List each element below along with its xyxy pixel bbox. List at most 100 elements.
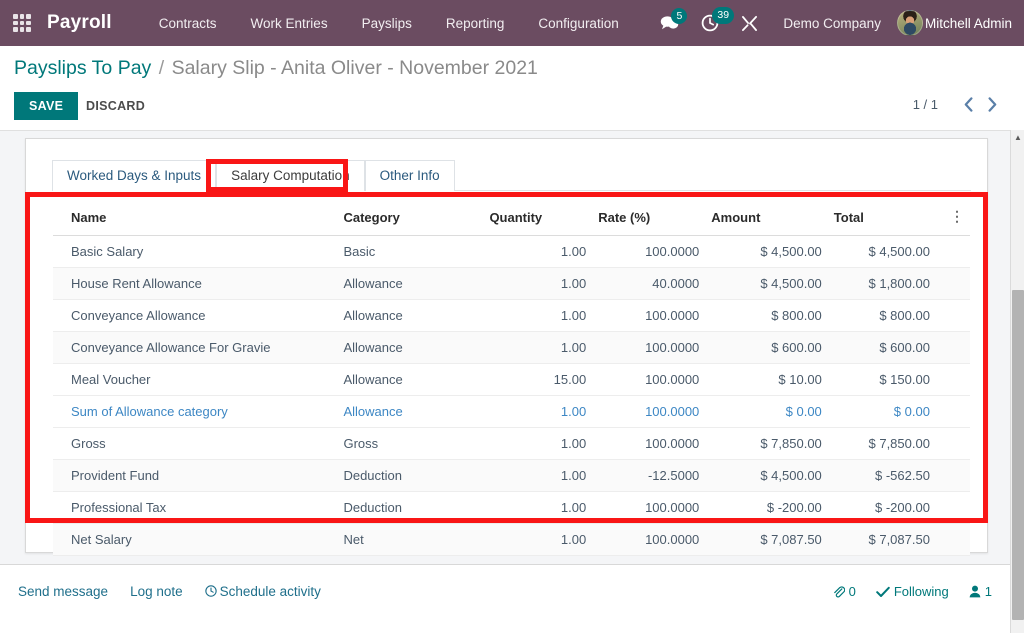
schedule-activity-button[interactable]: Schedule activity	[205, 584, 321, 599]
cell-rate[interactable]: 100.0000	[592, 236, 705, 268]
app-brand-payroll[interactable]: Payroll	[47, 12, 112, 34]
cell-name[interactable]: Basic Salary	[53, 236, 337, 268]
column-header-name[interactable]: Name	[53, 201, 337, 236]
cell-quantity[interactable]: 1.00	[483, 396, 592, 428]
cell-category[interactable]: Deduction	[337, 492, 483, 524]
cell-quantity[interactable]: 1.00	[483, 524, 592, 556]
cell-category[interactable]: Basic	[337, 236, 483, 268]
cell-quantity[interactable]: 1.00	[483, 460, 592, 492]
cell-quantity[interactable]: 1.00	[483, 236, 592, 268]
discard-button[interactable]: DISCARD	[76, 92, 155, 120]
cell-amount[interactable]: $ 800.00	[705, 300, 828, 332]
cell-rate[interactable]: 100.0000	[592, 300, 705, 332]
cell-amount[interactable]: $ -200.00	[705, 492, 828, 524]
menu-item-configuration[interactable]: Configuration	[521, 3, 635, 44]
cell-rate[interactable]: 100.0000	[592, 364, 705, 396]
debug-menu-button[interactable]	[741, 15, 758, 32]
cell-total[interactable]: $ 600.00	[828, 332, 944, 364]
cell-name[interactable]: Net Salary	[53, 524, 337, 556]
menu-item-reporting[interactable]: Reporting	[429, 3, 522, 44]
cell-amount[interactable]: $ 0.00	[705, 396, 828, 428]
cell-rate[interactable]: 100.0000	[592, 332, 705, 364]
column-header-quantity[interactable]: Quantity	[483, 201, 592, 236]
cell-rate[interactable]: 100.0000	[592, 428, 705, 460]
cell-total[interactable]: $ -562.50	[828, 460, 944, 492]
cell-category[interactable]: Allowance	[337, 300, 483, 332]
user-menu[interactable]: Mitchell Admin	[897, 10, 1012, 36]
cell-quantity[interactable]: 1.00	[483, 268, 592, 300]
cell-name[interactable]: Sum of Allowance category	[53, 396, 337, 428]
company-switcher[interactable]: Demo Company	[783, 16, 881, 31]
cell-quantity[interactable]: 1.00	[483, 428, 592, 460]
cell-total[interactable]: $ 4,500.00	[828, 236, 944, 268]
log-note-button[interactable]: Log note	[130, 584, 183, 599]
table-row[interactable]: GrossGross1.00100.0000$ 7,850.00$ 7,850.…	[53, 428, 970, 460]
column-header-category[interactable]: Category	[337, 201, 483, 236]
tab-salary-computation[interactable]: Salary Computation	[216, 160, 365, 191]
send-message-button[interactable]: Send message	[18, 584, 108, 599]
following-toggle[interactable]: Following	[876, 584, 949, 599]
table-row[interactable]: Sum of Allowance categoryAllowance1.0010…	[53, 396, 970, 428]
cell-category[interactable]: Gross	[337, 428, 483, 460]
column-options-button[interactable]: ⋮	[944, 201, 970, 236]
cell-quantity[interactable]: 1.00	[483, 492, 592, 524]
cell-quantity[interactable]: 15.00	[483, 364, 592, 396]
cell-amount[interactable]: $ 600.00	[705, 332, 828, 364]
cell-rate[interactable]: -12.5000	[592, 460, 705, 492]
cell-amount[interactable]: $ 4,500.00	[705, 268, 828, 300]
caret-up-icon[interactable]: ▲	[1011, 130, 1024, 144]
cell-total[interactable]: $ 150.00	[828, 364, 944, 396]
cell-name[interactable]: House Rent Allowance	[53, 268, 337, 300]
breadcrumb-root[interactable]: Payslips To Pay	[14, 57, 151, 79]
table-row[interactable]: Conveyance Allowance For GravieAllowance…	[53, 332, 970, 364]
cell-rate[interactable]: 100.0000	[592, 396, 705, 428]
cell-rate[interactable]: 40.0000	[592, 268, 705, 300]
tab-worked-days-inputs[interactable]: Worked Days & Inputs	[52, 160, 216, 191]
scrollbar-thumb[interactable]	[1012, 290, 1024, 620]
cell-quantity[interactable]: 1.00	[483, 300, 592, 332]
table-row[interactable]: Conveyance AllowanceAllowance1.00100.000…	[53, 300, 970, 332]
cell-total[interactable]: $ 0.00	[828, 396, 944, 428]
table-row[interactable]: House Rent AllowanceAllowance1.0040.0000…	[53, 268, 970, 300]
cell-name[interactable]: Meal Voucher	[53, 364, 337, 396]
column-header-rate[interactable]: Rate (%)	[592, 201, 705, 236]
cell-name[interactable]: Gross	[53, 428, 337, 460]
cell-total[interactable]: $ -200.00	[828, 492, 944, 524]
cell-rate[interactable]: 100.0000	[592, 492, 705, 524]
cell-quantity[interactable]: 1.00	[483, 332, 592, 364]
cell-rate[interactable]: 100.0000	[592, 524, 705, 556]
menu-item-payslips[interactable]: Payslips	[345, 3, 429, 44]
cell-total[interactable]: $ 7,087.50	[828, 524, 944, 556]
apps-grid-icon[interactable]	[13, 14, 31, 32]
cell-category[interactable]: Allowance	[337, 396, 483, 428]
table-row[interactable]: Provident FundDeduction1.00-12.5000$ 4,5…	[53, 460, 970, 492]
cell-category[interactable]: Allowance	[337, 332, 483, 364]
table-row[interactable]: Meal VoucherAllowance15.00100.0000$ 10.0…	[53, 364, 970, 396]
table-row[interactable]: Basic SalaryBasic1.00100.0000$ 4,500.00$…	[53, 236, 970, 268]
cell-amount[interactable]: $ 4,500.00	[705, 236, 828, 268]
menu-item-contracts[interactable]: Contracts	[142, 3, 234, 44]
cell-total[interactable]: $ 7,850.00	[828, 428, 944, 460]
cell-amount[interactable]: $ 7,087.50	[705, 524, 828, 556]
cell-total[interactable]: $ 1,800.00	[828, 268, 944, 300]
column-header-amount[interactable]: Amount	[705, 201, 828, 236]
column-header-total[interactable]: Total	[828, 201, 944, 236]
cell-amount[interactable]: $ 7,850.00	[705, 428, 828, 460]
cell-total[interactable]: $ 800.00	[828, 300, 944, 332]
table-row[interactable]: Net SalaryNet1.00100.0000$ 7,087.50$ 7,0…	[53, 524, 970, 556]
cell-category[interactable]: Allowance	[337, 364, 483, 396]
cell-category[interactable]: Deduction	[337, 460, 483, 492]
cell-category[interactable]: Allowance	[337, 268, 483, 300]
tab-other-info[interactable]: Other Info	[365, 160, 455, 191]
cell-category[interactable]: Net	[337, 524, 483, 556]
messages-button[interactable]: 5	[660, 15, 679, 32]
cell-name[interactable]: Provident Fund	[53, 460, 337, 492]
menu-item-work-entries[interactable]: Work Entries	[234, 3, 345, 44]
pager-next-button[interactable]	[982, 93, 1002, 115]
cell-amount[interactable]: $ 10.00	[705, 364, 828, 396]
pager-previous-button[interactable]	[958, 93, 978, 115]
table-row[interactable]: Professional TaxDeduction1.00100.0000$ -…	[53, 492, 970, 524]
cell-amount[interactable]: $ 4,500.00	[705, 460, 828, 492]
cell-name[interactable]: Professional Tax	[53, 492, 337, 524]
save-button[interactable]: SAVE	[14, 92, 78, 120]
